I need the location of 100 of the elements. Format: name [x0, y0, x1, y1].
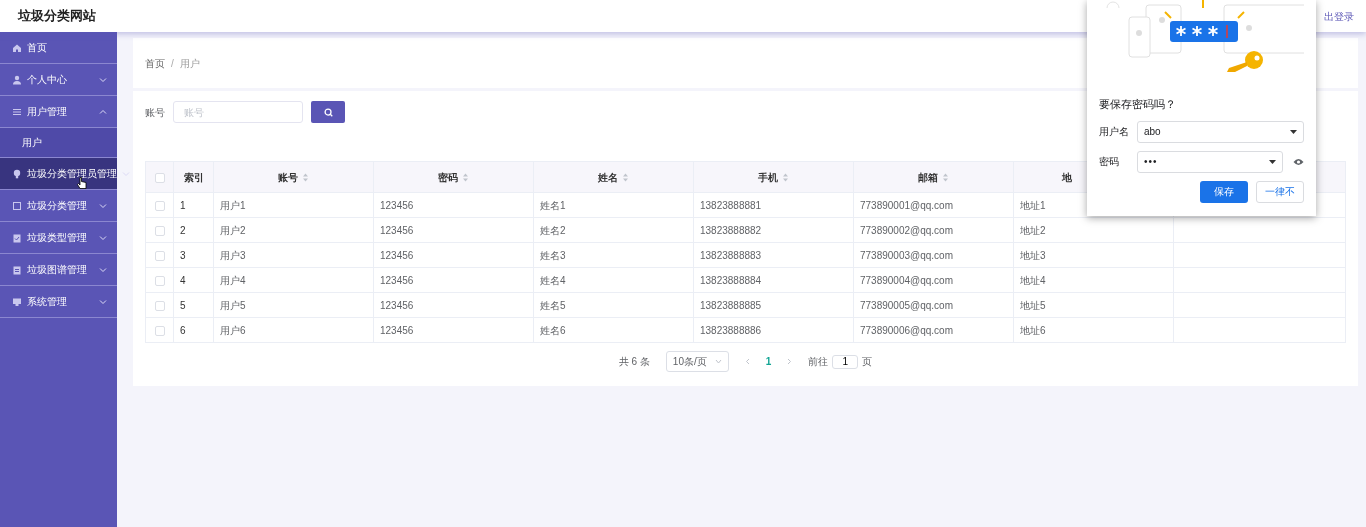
home-icon — [12, 42, 22, 53]
table-cell: 地址5 — [1020, 299, 1046, 311]
table-cell: 123456 — [380, 274, 414, 286]
table-cell: 123456 — [380, 324, 414, 336]
eye-icon — [1293, 157, 1304, 166]
page-size-select[interactable]: 10条/页 — [665, 351, 729, 372]
table-cell: 用户1 — [220, 199, 246, 211]
field-label: 密码 — [1099, 155, 1120, 169]
total-count: 共 6 条 — [618, 355, 650, 369]
table-cell: 姓名3 — [540, 249, 566, 261]
chevron-icon — [99, 298, 107, 305]
table-cell: 姓名2 — [540, 224, 566, 236]
table-cell: 13823888884 — [700, 274, 762, 286]
checkbox[interactable] — [154, 300, 165, 311]
column-header[interactable]: 索引 — [183, 171, 204, 183]
column-header[interactable]: 手机 — [758, 171, 778, 183]
hand-cursor-icon — [76, 176, 88, 190]
sidebar-item[interactable]: 首页 — [0, 32, 117, 64]
table-cell: 姓名5 — [540, 299, 566, 311]
monitor-icon — [12, 296, 22, 307]
sort-icon — [782, 173, 789, 183]
username-field[interactable]: abo — [1137, 120, 1304, 143]
table-cell: 773890002@qq.com — [860, 224, 953, 236]
table-cell: 773890001@qq.com — [860, 199, 953, 211]
checkbox[interactable] — [154, 200, 165, 211]
logout-link[interactable]: 出登录 — [1324, 8, 1354, 24]
table-cell: 1 — [180, 199, 186, 211]
column-header[interactable]: 地 — [1061, 171, 1072, 183]
dialog-title: 要保存密码吗？ — [1099, 97, 1177, 112]
table-cell: 13823888886 — [700, 324, 762, 336]
dropdown-icon — [1290, 129, 1297, 134]
page-unit: 页 — [862, 355, 873, 369]
menu-icon — [12, 106, 22, 117]
table-cell: 用户5 — [220, 299, 246, 311]
table-cell: 4 — [180, 274, 186, 286]
column-header[interactable]: 密码 — [438, 171, 458, 183]
table-cell: 773890006@qq.com — [860, 324, 953, 336]
table-cell: 用户6 — [220, 324, 246, 336]
table-cell: 6 — [180, 324, 186, 336]
sort-icon — [302, 173, 309, 183]
clipboard-icon — [12, 264, 22, 275]
checkbox[interactable] — [154, 250, 165, 261]
save-button[interactable]: 保存 — [1200, 180, 1248, 203]
table-cell: 地址1 — [1020, 199, 1046, 211]
table-cell: 地址3 — [1020, 249, 1046, 261]
table-cell: 13823888885 — [700, 299, 762, 311]
chevron-icon — [99, 108, 107, 115]
table-cell: 姓名1 — [540, 199, 566, 211]
chevron-icon — [99, 76, 107, 83]
table-cell: 123456 — [380, 249, 414, 261]
table-cell: 13823888882 — [700, 224, 762, 236]
goto-label: 前往 — [808, 355, 829, 369]
checkbox[interactable] — [154, 325, 165, 336]
person-icon — [12, 74, 22, 85]
prev-page-icon — [744, 358, 750, 365]
table-cell: 地址4 — [1020, 274, 1046, 286]
checkbox[interactable] — [154, 275, 165, 286]
sidebar-item[interactable]: 系统管理 — [0, 286, 117, 318]
square-icon — [12, 200, 22, 211]
sidebar-item[interactable]: 垃圾图谱管理 — [0, 254, 117, 286]
clipboard-icon — [12, 232, 22, 243]
page-input[interactable]: 1 — [832, 354, 859, 369]
column-header[interactable]: 账号 — [278, 171, 298, 183]
sort-icon — [622, 173, 629, 183]
sort-icon — [942, 173, 949, 183]
table-cell: 地址2 — [1020, 224, 1046, 236]
table-cell: 123456 — [380, 199, 414, 211]
field-label: 用户名 — [1099, 125, 1130, 139]
password-field[interactable]: ••• — [1137, 150, 1283, 173]
table-cell: 地址6 — [1020, 324, 1046, 336]
checkbox[interactable] — [154, 172, 165, 183]
column-header[interactable]: 姓名 — [598, 171, 618, 183]
sidebar-item[interactable]: 垃圾分类管理 — [0, 190, 117, 222]
search-button[interactable] — [311, 101, 345, 123]
table-cell: 3 — [180, 249, 186, 261]
chevron-icon — [99, 266, 107, 273]
chevron-icon — [714, 359, 722, 364]
next-page-icon — [787, 358, 793, 365]
table-cell: 姓名4 — [540, 274, 566, 286]
checkbox[interactable] — [154, 225, 165, 236]
table-cell: 5 — [180, 299, 186, 311]
bulb-icon — [12, 168, 22, 179]
site-title: 垃圾分类网站 — [18, 7, 96, 26]
sidebar-subitem[interactable]: 用户 — [0, 128, 117, 158]
table-cell: 773890003@qq.com — [860, 249, 953, 261]
table-cell: 2 — [180, 224, 186, 236]
table-cell: 13823888883 — [700, 249, 762, 261]
table-cell: 用户4 — [220, 274, 246, 286]
table-cell: 123456 — [380, 224, 414, 236]
sidebar-item[interactable]: 垃圾类型管理 — [0, 222, 117, 254]
dropdown-icon — [1269, 159, 1276, 164]
table-cell: 姓名6 — [540, 324, 566, 336]
sort-icon — [462, 173, 469, 183]
never-button[interactable]: 一律不 — [1256, 180, 1304, 203]
column-header[interactable]: 邮箱 — [918, 171, 938, 183]
sidebar-item[interactable]: 个人中心 — [0, 64, 117, 96]
table-cell: 用户2 — [220, 224, 246, 236]
search-icon — [323, 107, 333, 117]
breadcrumb-item[interactable]: 首页 — [145, 55, 165, 71]
table-cell: 773890005@qq.com — [860, 299, 953, 311]
